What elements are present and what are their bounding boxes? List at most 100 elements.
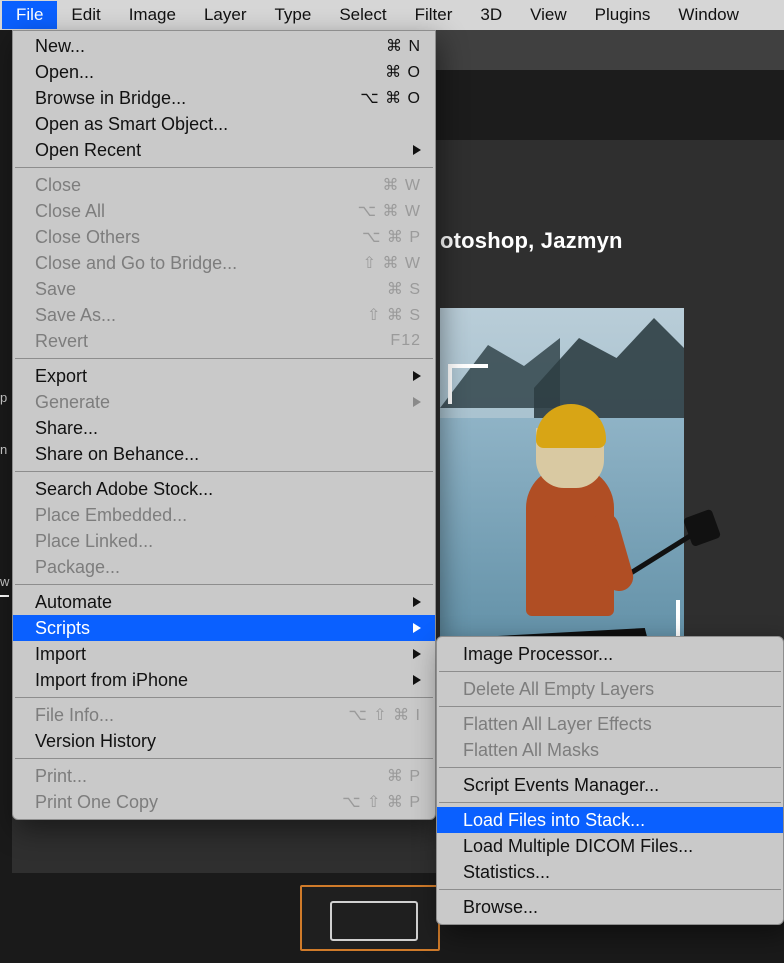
menu-item-label: Close and Go to Bridge...: [35, 253, 237, 274]
menu-item[interactable]: Share...: [13, 415, 435, 441]
menubar-item-file[interactable]: File: [2, 1, 57, 29]
submenu-arrow-icon: [413, 649, 421, 659]
side-label: w: [0, 574, 9, 597]
submenu-item-label: Statistics...: [463, 862, 550, 883]
menu-shortcut: ⌥ ⌘ P: [362, 227, 421, 247]
menu-item-label: Close: [35, 175, 81, 196]
menu-item: Place Embedded...: [13, 502, 435, 528]
menu-separator: [439, 802, 781, 803]
menu-separator: [439, 671, 781, 672]
menu-item-label: Generate: [35, 392, 110, 413]
menu-separator: [15, 697, 433, 698]
submenu-item-label: Browse...: [463, 897, 538, 918]
menu-item[interactable]: Open as Smart Object...: [13, 111, 435, 137]
menu-item: Close and Go to Bridge... ⇧ ⌘ W: [13, 250, 435, 276]
sample-image: [440, 308, 684, 664]
crop-corner-icon: [448, 364, 488, 404]
submenu-item[interactable]: Image Processor...: [437, 641, 783, 667]
menu-item: Print... ⌘ P: [13, 763, 435, 789]
menu-item-label: Open Recent: [35, 140, 141, 161]
menu-shortcut: ⌘ O: [385, 62, 421, 82]
submenu-item-label: Delete All Empty Layers: [463, 679, 654, 700]
menubar-item-layer[interactable]: Layer: [190, 1, 261, 29]
menu-item: Package...: [13, 554, 435, 580]
submenu-item-label: Script Events Manager...: [463, 775, 659, 796]
submenu-item[interactable]: Load Multiple DICOM Files...: [437, 833, 783, 859]
menubar-item-plugins[interactable]: Plugins: [581, 1, 665, 29]
menu-item: Close Others ⌥ ⌘ P: [13, 224, 435, 250]
menu-item: File Info... ⌥ ⇧ ⌘ I: [13, 702, 435, 728]
menu-item[interactable]: Share on Behance...: [13, 441, 435, 467]
menu-shortcut: ⇧ ⌘ S: [367, 305, 421, 325]
menubar-item-window[interactable]: Window: [664, 1, 752, 29]
submenu-arrow-icon: [413, 145, 421, 155]
submenu-item[interactable]: Script Events Manager...: [437, 772, 783, 798]
menu-item-label: Close Others: [35, 227, 140, 248]
menu-shortcut: ⌘ W: [382, 175, 421, 195]
menu-item[interactable]: Export: [13, 363, 435, 389]
menu-item: Save⌘ S: [13, 276, 435, 302]
menu-item-label: File Info...: [35, 705, 114, 726]
submenu-item-label: Flatten All Layer Effects: [463, 714, 652, 735]
submenu-item: Delete All Empty Layers: [437, 676, 783, 702]
submenu-item[interactable]: Browse...: [437, 894, 783, 920]
menu-item-label: Import: [35, 644, 86, 665]
menu-shortcut: ⌘ P: [387, 766, 421, 786]
side-label: p: [0, 390, 7, 405]
menu-item: Close ⌘ W: [13, 172, 435, 198]
menu-separator: [15, 471, 433, 472]
menu-item[interactable]: Import from iPhone: [13, 667, 435, 693]
menubar-item-filter[interactable]: Filter: [401, 1, 467, 29]
menu-separator: [439, 889, 781, 890]
menu-item[interactable]: Open Recent: [13, 137, 435, 163]
submenu-arrow-icon: [413, 623, 421, 633]
menu-item-label: Print One Copy: [35, 792, 158, 813]
menu-separator: [15, 584, 433, 585]
submenu-item[interactable]: Load Files into Stack...: [437, 807, 783, 833]
menubar: File Edit Image Layer Type Select Filter…: [0, 0, 784, 30]
menu-item[interactable]: Automate: [13, 589, 435, 615]
menu-shortcut: ⌥ ⇧ ⌘ I: [348, 705, 421, 725]
menu-item-label: Version History: [35, 731, 156, 752]
menu-item: Save As...⇧ ⌘ S: [13, 302, 435, 328]
thumbnail[interactable]: [300, 885, 440, 951]
menubar-item-edit[interactable]: Edit: [57, 1, 114, 29]
menu-shortcut: ⌥ ⌘ W: [358, 201, 421, 221]
menu-item-label: Search Adobe Stock...: [35, 479, 213, 500]
menubar-item-image[interactable]: Image: [115, 1, 190, 29]
submenu-item[interactable]: Statistics...: [437, 859, 783, 885]
menu-item: RevertF12: [13, 328, 435, 354]
menu-item[interactable]: Import: [13, 641, 435, 667]
menu-shortcut: ⌘ S: [387, 279, 421, 299]
submenu-item-label: Load Multiple DICOM Files...: [463, 836, 693, 857]
menu-item-label: Print...: [35, 766, 87, 787]
menubar-item-3d[interactable]: 3D: [466, 1, 516, 29]
left-sidebar: p n w: [0, 30, 12, 963]
menubar-item-view[interactable]: View: [516, 1, 581, 29]
menu-item-label: Import from iPhone: [35, 670, 188, 691]
submenu-item-label: Load Files into Stack...: [463, 810, 645, 831]
menu-shortcut: ⇧ ⌘ W: [363, 253, 421, 273]
menu-separator: [15, 167, 433, 168]
scripts-submenu: Image Processor... Delete All Empty Layer…: [436, 636, 784, 925]
menu-item[interactable]: Version History: [13, 728, 435, 754]
menu-item-label: Share on Behance...: [35, 444, 199, 465]
menubar-item-select[interactable]: Select: [325, 1, 400, 29]
menu-item-label: Package...: [35, 557, 120, 578]
menu-item-label: Open as Smart Object...: [35, 114, 228, 135]
menu-item[interactable]: New...⌘ N: [13, 33, 435, 59]
menubar-item-type[interactable]: Type: [260, 1, 325, 29]
menu-item[interactable]: Open...⌘ O: [13, 59, 435, 85]
menu-item[interactable]: Browse in Bridge... ⌥ ⌘ O: [13, 85, 435, 111]
menu-item: Place Linked...: [13, 528, 435, 554]
menu-item[interactable]: Search Adobe Stock...: [13, 476, 435, 502]
submenu-item: Flatten All Layer Effects: [437, 711, 783, 737]
menu-item[interactable]: Scripts: [13, 615, 435, 641]
menu-shortcut: ⌥ ⇧ ⌘ P: [342, 792, 421, 812]
menu-shortcut: F12: [390, 332, 421, 350]
submenu-item-label: Flatten All Masks: [463, 740, 599, 761]
menu-item-label: Browse in Bridge...: [35, 88, 186, 109]
menu-shortcut: ⌥ ⌘ O: [360, 88, 421, 108]
menu-item: Generate: [13, 389, 435, 415]
side-label: n: [0, 442, 7, 457]
